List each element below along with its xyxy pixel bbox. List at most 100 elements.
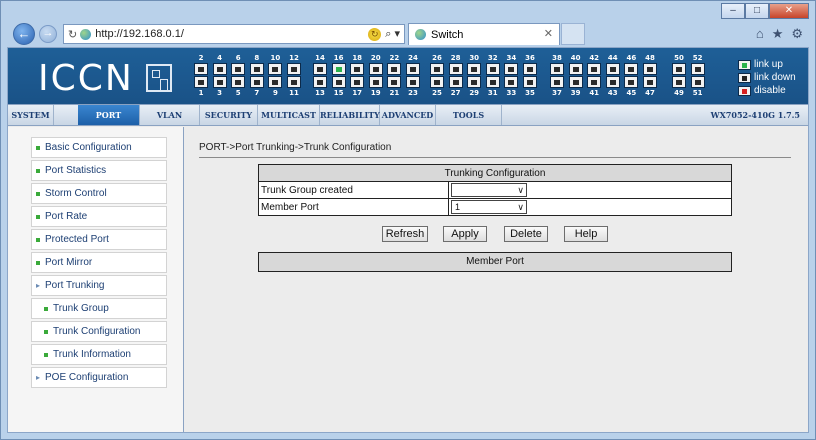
port-9-icon[interactable] [268,76,283,88]
port-7-icon[interactable] [249,76,264,88]
port-25-icon[interactable] [430,76,444,88]
port-number: 24 [408,54,418,62]
port-33-icon[interactable] [504,76,519,88]
sidebar-item-trunk-group[interactable]: Trunk Group [31,298,167,319]
port-52-icon[interactable] [690,63,705,75]
port-36-icon[interactable] [523,63,537,75]
port-6-icon[interactable] [231,63,246,75]
port-17-icon[interactable] [350,76,365,88]
forward-button[interactable]: → [39,25,57,43]
sidebar-item-storm-control[interactable]: Storm Control [31,183,167,204]
menu-tools[interactable]: TOOLS [436,105,502,125]
port-35-icon[interactable] [523,76,537,88]
port-11-icon[interactable] [287,76,301,88]
port-4-icon[interactable] [212,63,227,75]
port-32-icon[interactable] [485,63,500,75]
port-5-icon[interactable] [231,76,246,88]
sidebar-item-basic-configuration[interactable]: Basic Configuration [31,137,167,158]
port-31-icon[interactable] [485,76,500,88]
port-30-icon[interactable] [467,63,482,75]
new-tab-button[interactable] [561,23,585,45]
favorites-star-icon[interactable]: ★ [772,26,784,42]
port-18-icon[interactable] [350,63,365,75]
menu-multicast[interactable]: MULTICAST [258,105,320,125]
port-21-icon[interactable] [387,76,402,88]
port-16-icon[interactable] [331,63,346,75]
port-2-icon[interactable] [194,63,208,75]
port-44-icon[interactable] [605,63,620,75]
menu-port[interactable]: PORT [78,105,140,125]
menu-reliability[interactable]: RELIABILITY [320,105,380,125]
search-icon[interactable]: ⌕ ▾ [385,27,400,41]
port-13-icon[interactable] [313,76,327,88]
port-10-icon[interactable] [268,63,283,75]
port-12-icon[interactable] [287,63,301,75]
sidebar-item-poe-configuration[interactable]: ▸ POE Configuration [31,367,167,388]
sidebar-item-port-trunking[interactable]: ▸ Port Trunking [31,275,167,296]
port-39-icon[interactable] [568,76,583,88]
minimize-button[interactable]: – [721,3,745,19]
refresh-button[interactable]: Refresh [382,226,428,242]
menu-advanced[interactable]: ADVANCED [380,105,436,125]
port-46-icon[interactable] [624,63,639,75]
port-27-icon[interactable] [448,76,463,88]
browser-tab[interactable]: Switch ✕ [408,23,560,45]
port-28-icon[interactable] [448,63,463,75]
link-up-icon [738,59,751,70]
port-19-icon[interactable] [368,76,383,88]
port-20-icon[interactable] [368,63,383,75]
port-14-icon[interactable] [313,63,327,75]
settings-gear-icon[interactable]: ⚙ [791,26,803,42]
sidebar-item-trunk-information[interactable]: Trunk Information [31,344,167,365]
tab-close-icon[interactable]: ✕ [544,27,553,40]
port-51-icon[interactable] [690,76,705,88]
member-port-header: Member Port [258,252,732,272]
help-button[interactable]: Help [564,226,608,242]
port-45-icon[interactable] [624,76,639,88]
member-port-select[interactable]: 1 ∨ [451,200,527,214]
menu-vlan[interactable]: VLAN [140,105,200,125]
close-window-button[interactable]: ✕ [769,3,809,19]
port-40-icon[interactable] [568,63,583,75]
port-23-icon[interactable] [406,76,420,88]
sidebar-item-port-statistics[interactable]: Port Statistics [31,160,167,181]
site-globe-icon [80,28,92,40]
port-41-icon[interactable] [587,76,602,88]
port-37-icon[interactable] [550,76,564,88]
port-22-icon[interactable] [387,63,402,75]
port-1-icon[interactable] [194,76,208,88]
port-24-icon[interactable] [406,63,420,75]
port-29-icon[interactable] [467,76,482,88]
home-icon[interactable]: ⌂ [756,26,764,42]
port-15-icon[interactable] [331,76,346,88]
port-26-icon[interactable] [430,63,444,75]
port-48-icon[interactable] [643,63,657,75]
chevron-down-icon: ∨ [517,202,524,212]
trunk-group-select[interactable]: ∨ [451,183,527,197]
browser-tools: ⌂ ★ ⚙ [756,26,803,42]
port-47-icon[interactable] [643,76,657,88]
breadcrumb-divider [199,157,791,158]
back-button[interactable]: ← [13,23,35,45]
port-49-icon[interactable] [672,76,686,88]
menu-system[interactable]: SYSTEM [8,105,54,125]
port-43-icon[interactable] [605,76,620,88]
sidebar-item-protected-port[interactable]: Protected Port [31,229,167,250]
menu-security[interactable]: SECURITY [200,105,258,125]
maximize-button[interactable]: □ [745,3,769,19]
address-bar[interactable]: ↻ http://192.168.0.1/ ↻ ⌕ ▾ [63,24,405,44]
row-value: ∨ [448,181,732,199]
port-42-icon[interactable] [587,63,602,75]
sidebar-item-trunk-configuration[interactable]: Trunk Configuration [31,321,167,342]
apply-button[interactable]: Apply [443,226,487,242]
delete-button[interactable]: Delete [504,226,548,242]
port-34-icon[interactable] [504,63,519,75]
sidebar-item-port-rate[interactable]: Port Rate [31,206,167,227]
port-3-icon[interactable] [212,76,227,88]
port-50-icon[interactable] [672,63,686,75]
port-number: 11 [289,89,299,97]
compatibility-icon[interactable]: ↻ [368,27,382,41]
port-38-icon[interactable] [550,63,564,75]
sidebar-item-port-mirror[interactable]: Port Mirror [31,252,167,273]
port-8-icon[interactable] [249,63,264,75]
